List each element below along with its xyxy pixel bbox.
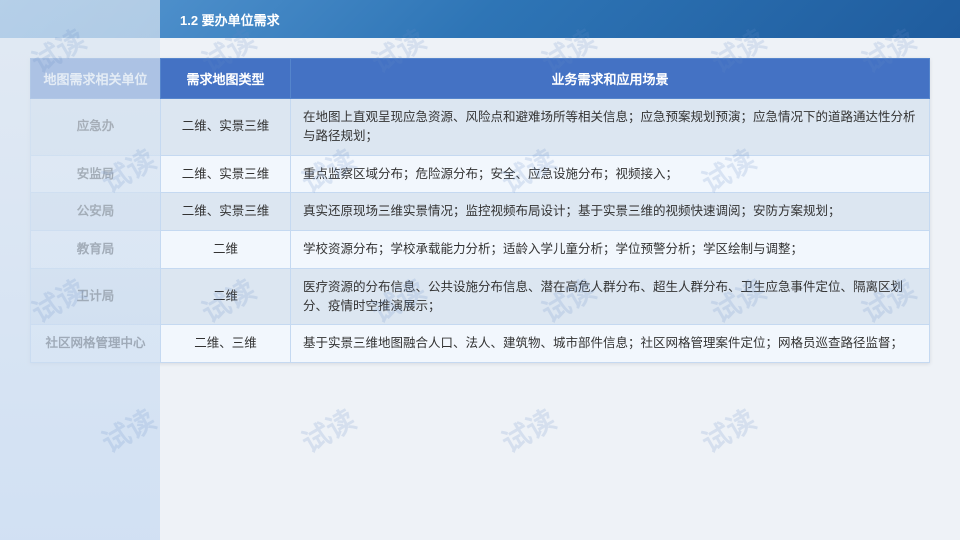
cell-type: 二维、三维	[161, 325, 291, 363]
cell-type: 二维	[161, 231, 291, 269]
cell-business: 真实还原现场三维实景情况；监控视频布局设计；基于实景三维的视频快速调阅；安防方案…	[291, 193, 930, 231]
table-row: 教育局二维学校资源分布；学校承载能力分析；适龄入学儿童分析；学位预警分析；学区绘…	[31, 231, 930, 269]
watermark-text: 试读	[294, 399, 363, 462]
cell-business: 在地图上直观呈现应急资源、风险点和避难场所等相关信息；应急预案规划预演；应急情况…	[291, 99, 930, 156]
col-header-type: 需求地图类型	[161, 59, 291, 99]
cell-type: 二维、实景三维	[161, 193, 291, 231]
cell-business: 重点监察区域分布；危险源分布；安全、应急设施分布；视频接入；	[291, 155, 930, 193]
table-row: 安监局二维、实景三维重点监察区域分布；危险源分布；安全、应急设施分布；视频接入；	[31, 155, 930, 193]
requirements-table: 地图需求相关单位 需求地图类型 业务需求和应用场景 应急办二维、实景三维在地图上…	[30, 58, 930, 363]
watermark-text: 试读	[494, 399, 563, 462]
cell-type: 二维、实景三维	[161, 155, 291, 193]
cell-type: 二维	[161, 268, 291, 325]
cell-business: 基于实景三维地图融合人口、法人、建筑物、城市部件信息；社区网格管理案件定位；网格…	[291, 325, 930, 363]
cell-type: 二维、实景三维	[161, 99, 291, 156]
watermark-text: 试读	[694, 399, 763, 462]
header-title: 1.2 要办单位需求	[180, 10, 280, 29]
table-row: 卫计局二维医疗资源的分布信息、公共设施分布信息、潜在高危人群分布、超生人群分布、…	[31, 268, 930, 325]
cell-business: 学校资源分布；学校承载能力分析；适龄入学儿童分析；学位预警分析；学区绘制与调整；	[291, 231, 930, 269]
table-row: 公安局二维、实景三维真实还原现场三维实景情况；监控视频布局设计；基于实景三维的视…	[31, 193, 930, 231]
table-row: 社区网格管理中心二维、三维基于实景三维地图融合人口、法人、建筑物、城市部件信息；…	[31, 325, 930, 363]
col-header-business: 业务需求和应用场景	[291, 59, 930, 99]
cell-business: 医疗资源的分布信息、公共设施分布信息、潜在高危人群分布、超生人群分布、卫生应急事…	[291, 268, 930, 325]
left-decorative-panel	[0, 0, 160, 540]
table-header-row: 地图需求相关单位 需求地图类型 业务需求和应用场景	[31, 59, 930, 99]
table-row: 应急办二维、实景三维在地图上直观呈现应急资源、风险点和避难场所等相关信息；应急预…	[31, 99, 930, 156]
